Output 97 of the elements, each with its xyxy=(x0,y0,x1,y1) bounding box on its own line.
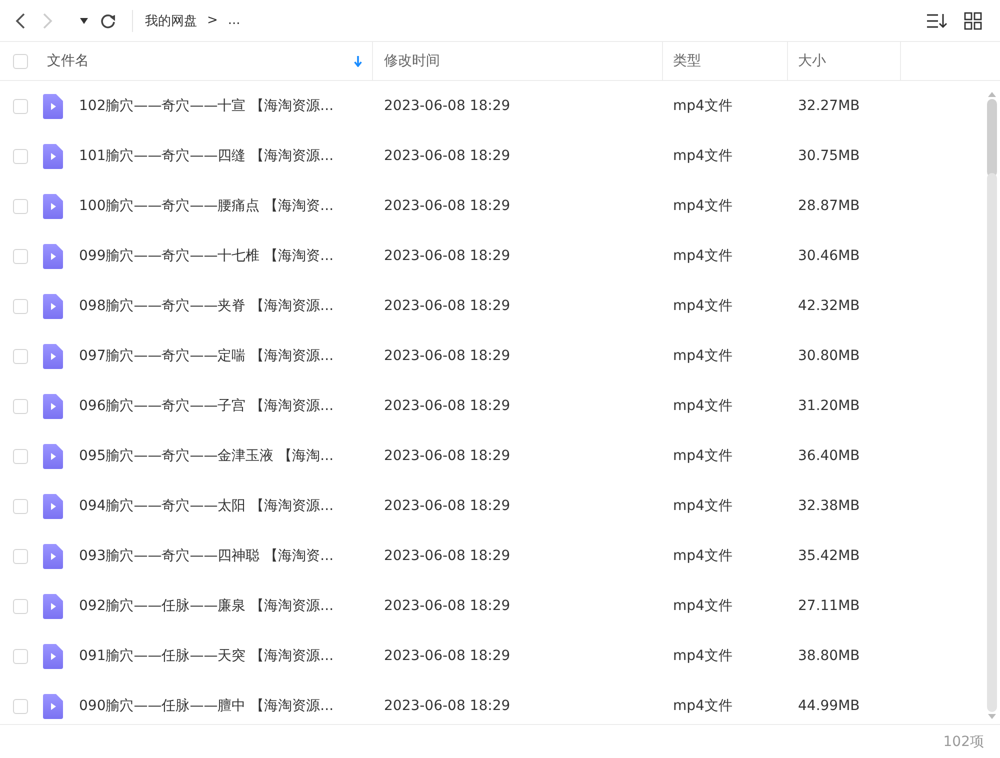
video-file-icon xyxy=(43,594,63,618)
modified-time: 2023-06-08 18:29 xyxy=(384,598,510,614)
file-size: 32.27MB xyxy=(798,98,860,114)
video-file-icon xyxy=(43,644,63,668)
file-type: mp4文件 xyxy=(673,497,732,515)
file-size: 30.80MB xyxy=(798,348,860,364)
file-size: 27.11MB xyxy=(798,598,860,614)
file-name[interactable]: 090腧穴——任脉——膻中 【海淘资源... xyxy=(79,697,334,715)
file-size: 32.38MB xyxy=(798,498,860,514)
row-checkbox[interactable] xyxy=(12,698,28,714)
scroll-up-arrow-icon[interactable] xyxy=(987,91,997,97)
file-name[interactable]: 098腧穴——奇穴——夹脊 【海淘资源... xyxy=(79,297,334,315)
file-size: 44.99MB xyxy=(798,698,860,714)
breadcrumb-item[interactable]: 我的网盘 xyxy=(145,12,197,30)
video-file-icon xyxy=(43,494,63,518)
breadcrumb-item[interactable]: ... xyxy=(228,13,240,28)
modified-time: 2023-06-08 18:29 xyxy=(384,148,510,164)
row-checkbox[interactable] xyxy=(12,648,28,664)
scroll-down-arrow-icon[interactable] xyxy=(987,714,997,720)
chevron-left-icon xyxy=(15,12,27,28)
sort-down-arrow-icon xyxy=(354,56,362,66)
video-file-icon xyxy=(43,444,63,468)
row-checkbox[interactable] xyxy=(12,98,28,114)
grid-icon xyxy=(964,12,982,30)
file-name[interactable]: 093腧穴——奇穴——四神聪 【海淘资... xyxy=(79,547,334,565)
sort-list-icon xyxy=(926,12,948,30)
file-name[interactable]: 100腧穴——奇穴——腰痛点 【海淘资... xyxy=(79,197,334,215)
modified-time: 2023-06-08 18:29 xyxy=(384,248,510,264)
file-size: 30.75MB xyxy=(798,148,860,164)
row-checkbox[interactable] xyxy=(12,398,28,414)
select-all-checkbox[interactable] xyxy=(12,54,28,68)
refresh-icon xyxy=(99,12,117,30)
video-file-icon xyxy=(43,194,63,218)
row-checkbox[interactable] xyxy=(12,248,28,264)
row-checkbox[interactable] xyxy=(12,448,28,464)
file-type: mp4文件 xyxy=(673,147,732,165)
file-size: 28.87MB xyxy=(798,198,860,214)
modified-time: 2023-06-08 18:29 xyxy=(384,98,510,114)
file-size: 38.80MB xyxy=(798,648,860,664)
row-checkbox[interactable] xyxy=(12,498,28,514)
file-name[interactable]: 097腧穴——奇穴——定喘 【海淘资源... xyxy=(79,347,334,365)
file-type: mp4文件 xyxy=(673,197,732,215)
file-name[interactable]: 102腧穴——奇穴——十宣 【海淘资源... xyxy=(79,97,334,115)
modified-time: 2023-06-08 18:29 xyxy=(384,648,510,664)
modified-time: 2023-06-08 18:29 xyxy=(384,398,510,414)
modified-time: 2023-06-08 18:29 xyxy=(384,498,510,514)
breadcrumb-separator: > xyxy=(207,13,218,28)
row-checkbox[interactable] xyxy=(12,348,28,364)
file-size: 35.42MB xyxy=(798,548,860,564)
video-file-icon xyxy=(43,544,63,568)
column-header-cell[interactable]: 修改时间 xyxy=(373,42,663,80)
video-file-icon xyxy=(43,244,63,268)
modified-time: 2023-06-08 18:29 xyxy=(384,548,510,564)
column-header-cell[interactable]: 文件名 xyxy=(40,42,373,80)
row-checkbox[interactable] xyxy=(12,548,28,564)
video-file-icon xyxy=(43,294,63,318)
file-name[interactable]: 092腧穴——任脉——廉泉 【海淘资源... xyxy=(79,597,334,615)
file-type: mp4文件 xyxy=(673,647,732,665)
row-checkbox[interactable] xyxy=(12,298,28,314)
file-size: 30.46MB xyxy=(798,248,860,264)
file-name[interactable]: 095腧穴——奇穴——金津玉液 【海淘... xyxy=(79,447,334,465)
file-type: mp4文件 xyxy=(673,447,732,465)
video-file-icon xyxy=(43,694,63,718)
video-file-icon xyxy=(43,344,63,368)
modified-time: 2023-06-08 18:29 xyxy=(384,698,510,714)
item-count: 102项 xyxy=(943,732,984,750)
file-size: 42.32MB xyxy=(798,298,860,314)
modified-time: 2023-06-08 18:29 xyxy=(384,448,510,464)
file-size: 31.20MB xyxy=(798,398,860,414)
file-type: mp4文件 xyxy=(673,97,732,115)
file-type: mp4文件 xyxy=(673,547,732,565)
file-type: mp4文件 xyxy=(673,247,732,265)
scrollbar-thumb[interactable] xyxy=(987,99,997,177)
row-checkbox[interactable] xyxy=(12,198,28,214)
column-header-cell[interactable]: 类型 xyxy=(663,42,788,80)
modified-time: 2023-06-08 18:29 xyxy=(384,198,510,214)
caret-down-icon xyxy=(80,18,88,24)
file-size: 36.40MB xyxy=(798,448,860,464)
file-type: mp4文件 xyxy=(673,397,732,415)
file-type: mp4文件 xyxy=(673,347,732,365)
chevron-right-icon xyxy=(41,12,53,28)
video-file-icon xyxy=(43,394,63,418)
modified-time: 2023-06-08 18:29 xyxy=(384,298,510,314)
row-checkbox[interactable] xyxy=(12,598,28,614)
file-name[interactable]: 094腧穴——奇穴——太阳 【海淘资源... xyxy=(79,497,334,515)
file-name[interactable]: 091腧穴——任脉——天突 【海淘资源... xyxy=(79,647,334,665)
file-name[interactable]: 101腧穴——奇穴——四缝 【海淘资源... xyxy=(79,147,334,165)
video-file-icon xyxy=(43,94,63,118)
file-type: mp4文件 xyxy=(673,697,732,715)
file-type: mp4文件 xyxy=(673,597,732,615)
video-file-icon xyxy=(43,144,63,168)
file-type: mp4文件 xyxy=(673,297,732,315)
file-name[interactable]: 096腧穴——奇穴——子宫 【海淘资源... xyxy=(79,397,334,415)
modified-time: 2023-06-08 18:29 xyxy=(384,348,510,364)
row-checkbox[interactable] xyxy=(12,148,28,164)
column-header-cell[interactable]: 大小 xyxy=(788,42,901,80)
file-name[interactable]: 099腧穴——奇穴——十七椎 【海淘资... xyxy=(79,247,334,265)
